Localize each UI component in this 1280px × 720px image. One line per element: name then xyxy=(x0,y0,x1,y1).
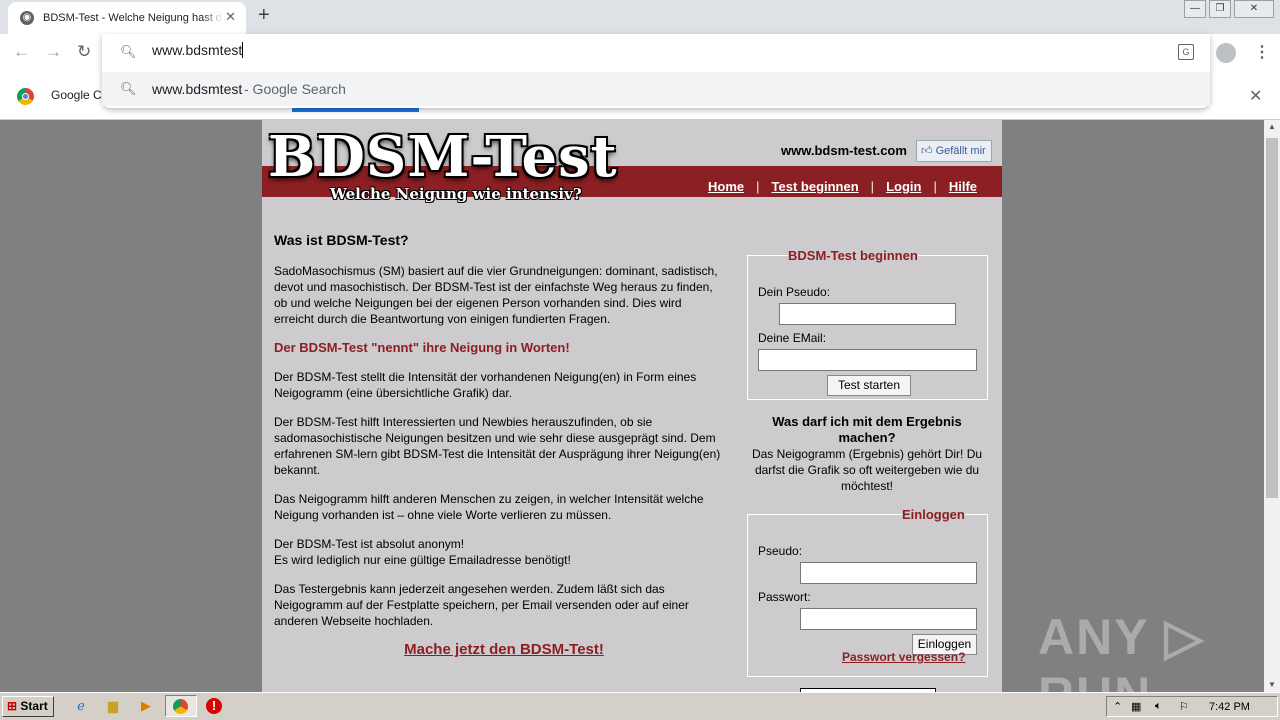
menu-separator: | xyxy=(933,179,937,194)
tab-close-icon[interactable]: ✕ xyxy=(225,9,236,25)
chrome-icon xyxy=(173,699,188,714)
menu-login[interactable]: Login xyxy=(886,179,921,194)
translate-icon[interactable]: G xyxy=(1178,44,1194,60)
address-bar-input[interactable]: www.bdsmtest xyxy=(152,42,1052,62)
menu-hilfe[interactable]: Hilfe xyxy=(949,179,977,194)
scrollbar-thumb[interactable] xyxy=(1266,138,1278,498)
infobar-close-icon[interactable]: ✕ xyxy=(1249,86,1262,106)
search-icon: 🔍︎ xyxy=(120,44,137,59)
bookmark-item[interactable]: Google Ch xyxy=(51,88,108,102)
media-player-icon[interactable]: ▶ xyxy=(138,698,154,714)
flag-icon[interactable]: ⚐ xyxy=(1179,700,1189,713)
minimize-button[interactable]: — xyxy=(1184,0,1206,18)
folder-icon[interactable]: ▆ xyxy=(105,698,121,714)
back-arrow-icon[interactable]: ← xyxy=(13,42,30,62)
web-page: BDSM-Test Welche Neigung wie intensiv? w… xyxy=(262,120,1002,692)
system-tray: ⌃ ▦ 🔈︎ ⚐ 7:42 PM xyxy=(1106,696,1278,717)
globe-icon: ◉ xyxy=(20,11,34,25)
search-icon: 🔍︎ xyxy=(120,81,137,96)
suggestion-suffix: - Google Search xyxy=(244,81,346,97)
pseudo-input[interactable] xyxy=(779,303,956,325)
login-pseudo-label: Pseudo: xyxy=(758,544,803,558)
tab-title: BDSM-Test - Welche Neigung hast du? xyxy=(43,12,223,24)
browser-tab[interactable]: ◉ BDSM-Test - Welche Neigung hast du? ✕ xyxy=(8,2,246,34)
reload-icon[interactable]: ↻ xyxy=(77,42,91,62)
forward-arrow-icon[interactable]: → xyxy=(45,42,62,62)
main-content: Was ist BDSM-Test? SadoMasochismus (SM) … xyxy=(274,232,724,658)
chrome-logo-icon xyxy=(17,88,34,105)
clock[interactable]: 7:42 PM xyxy=(1209,701,1250,713)
highlight-text: Der BDSM-Test "nennt" ihre Neigung in Wo… xyxy=(274,340,570,355)
thumbs-up-icon: 👍︎ xyxy=(921,145,933,157)
menu-dots-icon[interactable]: ⋮ xyxy=(1254,42,1270,62)
content-heading: Was ist BDSM-Test? xyxy=(274,232,409,248)
login-form-legend: Einloggen xyxy=(902,507,965,522)
tray-expand-icon[interactable]: ⌃ xyxy=(1113,700,1122,713)
new-tab-button[interactable]: + xyxy=(258,4,270,27)
like-label: Gefällt mir xyxy=(935,145,986,157)
forgot-password-link[interactable]: Passwort vergessen? xyxy=(842,650,965,664)
main-menu: Home | Test beginnen | Login | Hilfe xyxy=(708,179,977,194)
profile-avatar-icon[interactable] xyxy=(1216,43,1236,63)
result-question: Was darf ich mit dem Ergebnis machen? xyxy=(772,414,962,445)
paragraph: SadoMasochismus (SM) basiert auf die vie… xyxy=(274,264,718,326)
site-slogan: Welche Neigung wie intensiv? xyxy=(330,185,582,203)
start-test-form: BDSM-Test beginnen Dein Pseudo: Deine EM… xyxy=(747,248,988,400)
menu-separator: | xyxy=(870,179,875,194)
menu-test-beginnen[interactable]: Test beginnen xyxy=(772,179,859,194)
chrome-taskbar-button[interactable] xyxy=(165,695,197,717)
ie-icon[interactable]: ℯ xyxy=(73,698,89,714)
scroll-up-icon[interactable]: ▲ xyxy=(1268,122,1276,131)
restore-button[interactable]: ❐ xyxy=(1209,0,1231,18)
omnibox-suggestion[interactable]: 🔍︎ www.bdsmtest - Google Search xyxy=(102,72,1210,106)
window-close-button[interactable]: ✕ xyxy=(1234,0,1274,18)
volume-icon[interactable]: 🔈︎ xyxy=(1155,700,1162,713)
result-answer: Das Neigogramm (Ergebnis) gehört Dir! Du… xyxy=(751,447,983,493)
start-test-button[interactable]: Test starten xyxy=(827,375,911,396)
menu-separator: | xyxy=(756,179,760,194)
menu-home[interactable]: Home xyxy=(708,179,744,194)
pseudo-label: Dein Pseudo: xyxy=(758,285,831,299)
cta-link[interactable]: Mache jetzt den BDSM-Test! xyxy=(274,642,724,658)
site-logo[interactable]: BDSM-Test xyxy=(268,124,618,190)
start-label: Start xyxy=(20,699,48,713)
paragraph: Der BDSM-Test ist absolut anonym! Es wird… xyxy=(274,537,571,567)
suggestion-text: www.bdsmtest xyxy=(152,81,243,97)
site-url: www.bdsm-test.com xyxy=(781,143,907,158)
paragraph: Das Neigogramm hilft anderen Menschen zu… xyxy=(274,492,704,522)
login-pseudo-input[interactable] xyxy=(800,562,977,584)
like-button[interactable]: 👍︎ Gefällt mir xyxy=(916,140,992,162)
omnibox-dropdown: 🔍︎ www.bdsmtest G 🔍︎ www.bdsmtest - Goog… xyxy=(102,34,1210,108)
start-button[interactable]: ⊞ Start xyxy=(2,696,54,717)
email-label: Deine EMail: xyxy=(758,331,827,345)
password-input[interactable] xyxy=(800,608,977,630)
stop-icon[interactable]: ! xyxy=(206,698,222,714)
result-info: Was darf ich mit dem Ergebnis machen? Da… xyxy=(742,414,992,494)
network-icon[interactable]: ▦ xyxy=(1131,700,1141,713)
paragraph: Der BDSM-Test hilft Interessierten und N… xyxy=(274,415,721,477)
password-label: Passwort: xyxy=(758,590,811,604)
paragraph: Das Testergebnis kann jederzeit angesehe… xyxy=(274,582,689,628)
windows-flag-icon: ⊞ xyxy=(7,699,18,713)
infobar-button-edge xyxy=(292,108,419,112)
paragraph: Der BDSM-Test stellt die Intensität der … xyxy=(274,370,697,400)
email-input[interactable] xyxy=(758,349,977,371)
start-form-legend: BDSM-Test beginnen xyxy=(788,248,918,263)
